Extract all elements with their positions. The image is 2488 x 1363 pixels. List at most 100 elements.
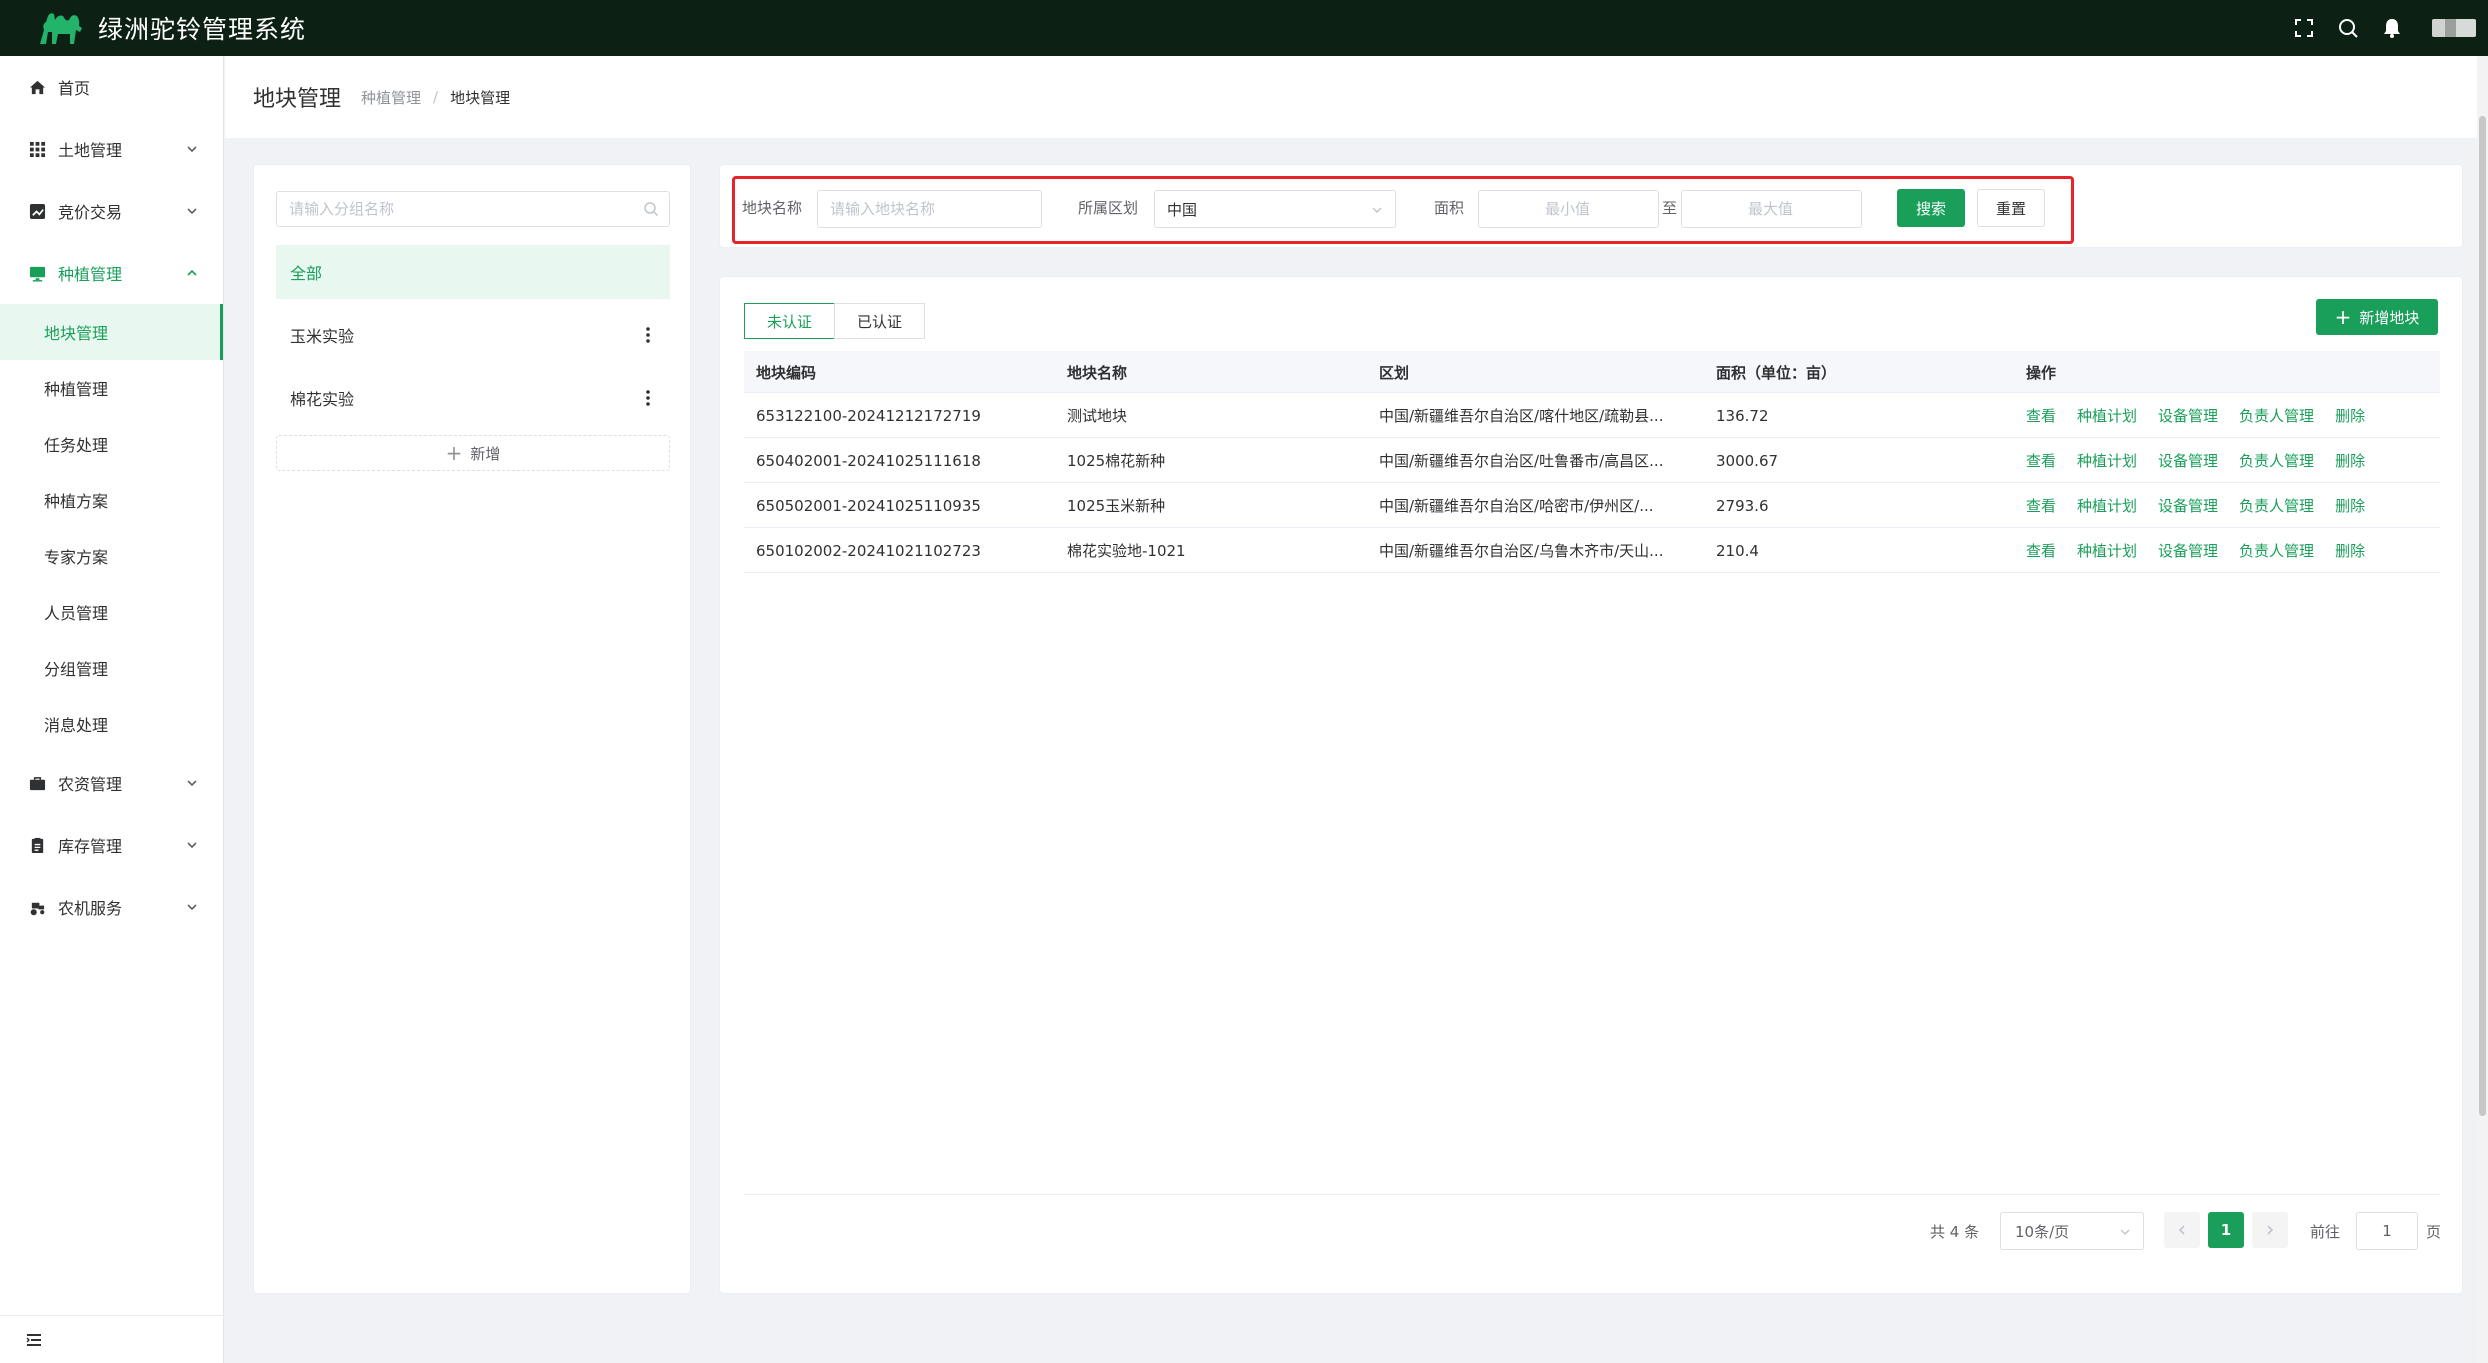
cell-plot-name: 测试地块 [1067,407,1128,425]
fullscreen-icon[interactable] [2282,6,2326,50]
device-management-link[interactable]: 设备管理 [2158,540,2218,561]
area-label: 面积 [1434,199,1465,217]
more-vertical-icon[interactable] [636,323,660,347]
cell-region: 中国/新疆维吾尔自治区/乌鲁木齐市/天山... [1379,542,1664,560]
manager-management-link[interactable]: 负责人管理 [2239,540,2314,561]
plus-icon: + [445,441,463,465]
page-size-value: 10条/页 [2015,1222,2070,1241]
sidebar-sub-planting-management[interactable]: 种植管理 [0,360,223,416]
chevron-down-icon [187,208,197,215]
delete-link[interactable]: 删除 [2335,450,2365,471]
cell-plot-code: 653122100-20241212172719 [756,406,981,425]
delete-link[interactable]: 删除 [2335,540,2365,561]
plot-name-input[interactable] [818,191,1041,227]
sidebar-item-agri-supplies[interactable]: 农资管理 [0,752,223,814]
view-link[interactable]: 查看 [2026,540,2056,561]
delete-link[interactable]: 删除 [2335,495,2365,516]
add-group-label: 新增 [470,444,501,463]
area-range-separator: 至 [1662,199,1678,217]
search-icon[interactable] [2326,6,2370,50]
page-size-select[interactable]: 10条/页 [2000,1212,2144,1250]
sidebar-item-planting[interactable]: 种植管理 [0,242,223,304]
search-icon[interactable] [643,201,659,217]
sidebar-sub-planting-plan[interactable]: 种植方案 [0,472,223,528]
planting-plan-link[interactable]: 种植计划 [2077,450,2137,471]
sidebar-sub-task-processing[interactable]: 任务处理 [0,416,223,472]
page-title: 地块管理 [253,87,342,112]
prev-page-button[interactable] [2164,1212,2200,1248]
sidebar-item-home[interactable]: 首页 [0,56,223,118]
sidebar-sub-plot-management[interactable]: 地块管理 [0,304,223,360]
sidebar-item-machinery[interactable]: 农机服务 [0,876,223,938]
cell-plot-code: 650102002-20241021102723 [756,541,981,560]
sidebar-sub-expert-plan[interactable]: 专家方案 [0,528,223,584]
planting-plan-link[interactable]: 种植计划 [2077,495,2137,516]
reset-button[interactable]: 重置 [1977,189,2045,227]
sidebar-collapse-button[interactable] [0,1315,223,1363]
sidebar-item-bidding[interactable]: 竞价交易 [0,180,223,242]
user-avatar[interactable] [2432,19,2476,37]
chart-icon [28,202,46,220]
delete-link[interactable]: 删除 [2335,405,2365,426]
bell-icon[interactable] [2370,6,2414,50]
app-logo[interactable]: 绿洲驼铃管理系统 [36,8,306,48]
plot-table-card: 未认证 已认证 + 新增地块 地块编码 地块名称 区划 面积（单位：亩） 操作 … [719,276,2463,1294]
page-scrollbar-thumb[interactable] [2479,116,2486,1116]
sidebar-item-inventory[interactable]: 库存管理 [0,814,223,876]
more-vertical-icon[interactable] [636,386,660,410]
chevron-down-icon [187,842,197,849]
area-max-input[interactable] [1682,191,1861,227]
device-management-link[interactable]: 设备管理 [2158,495,2218,516]
planting-plan-link[interactable]: 种植计划 [2077,405,2137,426]
page-suffix-label: 页 [2426,1222,2442,1241]
group-item-corn[interactable]: 玉米实验 [276,308,670,362]
search-button[interactable]: 搜索 [1897,189,1965,227]
table-row: 650402001-20241025111618 1025棉花新种 中国/新疆维吾尔… [744,438,2440,483]
area-min-field [1478,190,1659,228]
sidebar-item-label: 首页 [58,79,91,98]
device-management-link[interactable]: 设备管理 [2158,450,2218,471]
cell-region: 中国/新疆维吾尔自治区/哈密市/伊州区/... [1379,497,1654,515]
add-plot-label: 新增地块 [2359,308,2420,327]
column-header-actions: 操作 [2026,363,2057,382]
briefcase-icon [28,774,46,792]
certification-tabs: 未认证 已认证 [744,303,926,339]
add-group-button[interactable]: + 新增 [276,435,670,471]
next-page-button[interactable] [2252,1212,2288,1248]
area-min-input[interactable] [1479,191,1658,227]
planting-plan-link[interactable]: 种植计划 [2077,540,2137,561]
tab-uncertified[interactable]: 未认证 [744,303,836,339]
manager-management-link[interactable]: 负责人管理 [2239,450,2314,471]
breadcrumb-parent-link[interactable]: 种植管理 [361,87,421,108]
group-item-all[interactable]: 全部 [276,245,670,299]
sidebar-item-label: 库存管理 [58,837,123,856]
region-label: 所属区划 [1078,199,1139,217]
table-header: 地块编码 地块名称 区划 面积（单位：亩） 操作 [744,351,2440,393]
chevron-down-icon [2120,1229,2130,1235]
pagination-total: 共 4 条 [1930,1222,1980,1241]
top-header: 绿洲驼铃管理系统 [0,0,2488,56]
page-number-current[interactable]: 1 [2208,1212,2244,1248]
view-link[interactable]: 查看 [2026,495,2056,516]
group-search-input[interactable] [277,192,627,226]
tab-certified[interactable]: 已认证 [834,303,926,339]
device-management-link[interactable]: 设备管理 [2158,405,2218,426]
goto-page-input[interactable] [2357,1213,2417,1249]
cell-area: 136.72 [1716,406,1769,425]
page-scrollbar-track[interactable] [2477,56,2488,1363]
manager-management-link[interactable]: 负责人管理 [2239,405,2314,426]
sidebar-item-land[interactable]: 土地管理 [0,118,223,180]
grid-icon [28,140,46,158]
plot-name-field [817,190,1042,228]
view-link[interactable]: 查看 [2026,450,2056,471]
sidebar-sub-personnel[interactable]: 人员管理 [0,584,223,640]
add-plot-button[interactable]: + 新增地块 [2316,299,2438,335]
region-select[interactable]: 中国 [1154,190,1396,228]
sidebar-sub-group[interactable]: 分组管理 [0,640,223,696]
sidebar-sub-messages[interactable]: 消息处理 [0,696,223,752]
breadcrumb-current: 地块管理 [450,88,511,107]
manager-management-link[interactable]: 负责人管理 [2239,495,2314,516]
group-item-cotton[interactable]: 棉花实验 [276,371,670,425]
view-link[interactable]: 查看 [2026,405,2056,426]
sidebar-item-label: 农机服务 [58,899,123,918]
